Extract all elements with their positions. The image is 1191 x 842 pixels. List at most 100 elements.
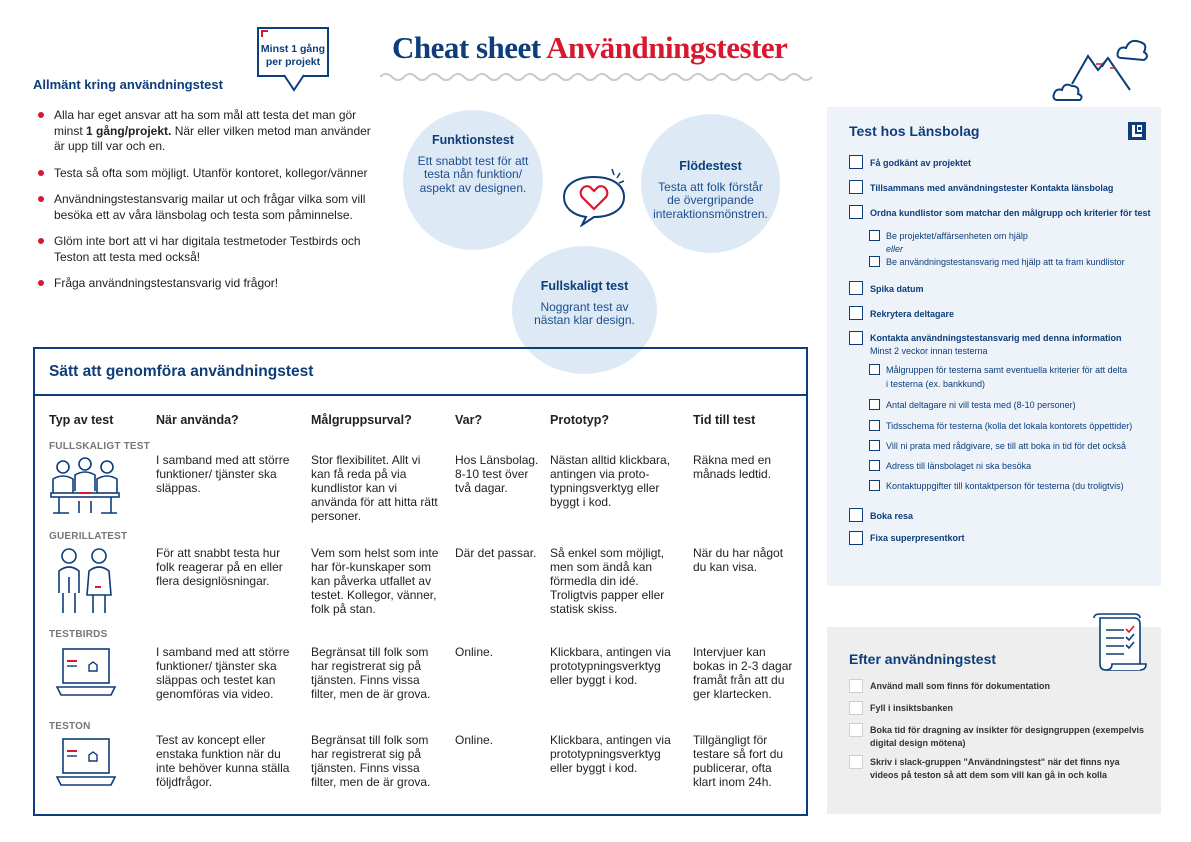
cell-var: Där det passar. bbox=[455, 546, 537, 560]
mountain-cloud-icon bbox=[1052, 39, 1148, 101]
checkbox[interactable] bbox=[869, 230, 880, 241]
checkbox[interactable] bbox=[869, 364, 880, 375]
checkbox[interactable] bbox=[849, 155, 863, 169]
cell-tid: Intervjuer kan bokas in 2-3 dagar framåt… bbox=[693, 645, 793, 701]
checklist-subitem: Kontaktuppgifter till kontaktperson för … bbox=[886, 481, 1124, 491]
checklist-item: Rekrytera deltagare bbox=[870, 309, 955, 319]
two-people-icon bbox=[58, 548, 112, 613]
cell-nar: För att snabbt testa hur folk reagerar p… bbox=[156, 546, 283, 588]
checklist-item: Kontakta användningstestansvarig med den… bbox=[870, 333, 1122, 343]
col-header-var: Var? bbox=[455, 413, 483, 427]
bullet-item: Testa så ofta som möjligt. Utanför konto… bbox=[36, 166, 376, 182]
checklist-subitem: Målgruppen för testerna samt eventuella … bbox=[886, 365, 1128, 375]
checkbox[interactable] bbox=[849, 679, 863, 693]
checklist-item: Få godkänt av projektet bbox=[870, 158, 972, 168]
badge-line2: per projekt bbox=[265, 56, 321, 68]
checklist-subitem: Vill ni prata med rådgivare, se till att… bbox=[886, 441, 1126, 451]
checkbox[interactable] bbox=[849, 180, 863, 194]
bullet-bold-text: 1 gång/projekt. bbox=[86, 123, 172, 138]
document-checklist-icon bbox=[1093, 613, 1147, 671]
cell-prototyp: Klickbara, antingen via prototypningsver… bbox=[550, 645, 671, 687]
bullet-item: Glöm inte bort att vi har digitala testm… bbox=[36, 234, 376, 265]
laptop-icon bbox=[55, 648, 117, 696]
cell-prototyp: Klickbara, antingen via prototypningsver… bbox=[550, 733, 671, 775]
checklist-subitem: Be användningstestansvarig med hjälp att… bbox=[886, 257, 1125, 267]
checklist-item: Boka tid för dragning av insikter för de… bbox=[870, 725, 1145, 735]
cell-tid: Tillgängligt för testare så fort du publ… bbox=[693, 733, 784, 789]
checklist-item: Fixa superpresentkort bbox=[870, 533, 965, 543]
badge-corner-mark bbox=[261, 30, 268, 37]
cell-malgrupp: Begränsat till folk som har registrerat … bbox=[311, 645, 431, 701]
circle-funktionstest: Funktionstest Ett snabbt test för att te… bbox=[403, 110, 543, 250]
cell-malgrupp: Begränsat till folk som har registrerat … bbox=[311, 733, 431, 789]
efter-title: Efter användningstest bbox=[849, 651, 997, 667]
checkbox[interactable] bbox=[849, 701, 863, 715]
lansbolag-title: Test hos Länsbolag bbox=[849, 123, 980, 139]
checklist-item: Ordna kundlistor som matchar den målgrup… bbox=[870, 208, 1151, 218]
cell-var: Online. bbox=[455, 733, 494, 747]
bullet-item: Alla har eget ansvar att ha som mål att … bbox=[36, 108, 376, 155]
badge-line1: Minst 1 gång bbox=[260, 43, 326, 55]
col-header-malgrupp: Målgruppsurval? bbox=[311, 413, 412, 427]
badge-pointer bbox=[284, 74, 304, 92]
general-bullet-list: Alla har eget ansvar att ha som mål att … bbox=[36, 108, 376, 292]
cell-var: Hos Länsbolag. 8-10 test över två dagar. bbox=[455, 453, 539, 495]
method-table-box: Sätt att genomföra användningstest Typ a… bbox=[33, 347, 808, 816]
circle-text: Testa att folk förstår de övergripande i… bbox=[653, 179, 768, 221]
row-label: TESTON bbox=[49, 721, 91, 732]
checkbox[interactable] bbox=[849, 755, 863, 769]
circle-flodestest: Flödestest Testa att folk förstår de öve… bbox=[641, 114, 780, 253]
checklist-item: Boka resa bbox=[870, 511, 914, 521]
checkbox[interactable] bbox=[869, 460, 880, 471]
circle-title: Funktionstest bbox=[432, 133, 514, 147]
checklist-or: eller bbox=[886, 244, 904, 254]
checklist-item-cont: digital design mötena) bbox=[870, 738, 966, 748]
people-at-table-icon bbox=[50, 457, 120, 514]
cell-malgrupp: Stor flexibilitet. Allt vi kan få reda p… bbox=[311, 453, 438, 523]
circle-text: Noggrant test av nästan klar design. bbox=[534, 299, 635, 327]
checkbox[interactable] bbox=[869, 399, 880, 410]
checkbox[interactable] bbox=[869, 420, 880, 431]
checklist-subitem: Adress till länsbolaget ni ska besöka bbox=[886, 461, 1032, 471]
wave-divider bbox=[380, 73, 812, 81]
col-header-typ: Typ av test bbox=[49, 413, 114, 427]
checkbox[interactable] bbox=[849, 331, 863, 345]
cell-nar: I samband med att större funktioner/ tjä… bbox=[156, 453, 290, 495]
cell-prototyp: Nästan alltid klickbara, antingen via pr… bbox=[550, 453, 671, 509]
cell-tid: När du har något du kan visa. bbox=[693, 546, 784, 574]
cell-nar: I samband med att större funktioner/ tjä… bbox=[156, 645, 290, 701]
method-table-header: Sätt att genomföra användningstest bbox=[35, 349, 806, 396]
bullet-item: Användningstestansvarig mailar ut och fr… bbox=[36, 192, 376, 223]
heart-speech-bubble-icon bbox=[562, 168, 626, 227]
checklist-item: Använd mall som finns för dokumentation bbox=[870, 681, 1051, 691]
checklist-subitem: Be projektet/affärsenheten om hjälp bbox=[886, 231, 1028, 241]
cell-malgrupp: Vem som helst som inte har för-kunskaper… bbox=[311, 546, 439, 616]
laptop-icon bbox=[55, 738, 117, 786]
checklist-subitem: Antal deltagare ni vill testa med (8-10 … bbox=[886, 400, 1076, 410]
checkbox[interactable] bbox=[849, 281, 863, 295]
lansforsakringar-logo-icon bbox=[1128, 122, 1146, 140]
checkbox[interactable] bbox=[849, 723, 863, 737]
checklist-note: Minst 2 veckor innan testerna bbox=[870, 346, 988, 356]
col-header-tid: Tid till test bbox=[693, 413, 756, 427]
cell-tid: Räkna med en månads ledtid. bbox=[693, 453, 772, 481]
title-part2: Användningstester bbox=[546, 30, 788, 65]
checklist-item: Spika datum bbox=[870, 284, 924, 294]
checkbox[interactable] bbox=[849, 205, 863, 219]
cell-var: Online. bbox=[455, 645, 494, 659]
checklist-subitem: Tidsschema för testerna (kolla det lokal… bbox=[886, 421, 1133, 431]
bullet-item: Fråga användningstestansvarig vid frågor… bbox=[36, 276, 376, 292]
checklist-item-cont: videos på teston så att dem som vill kan… bbox=[870, 770, 1108, 780]
checkbox[interactable] bbox=[849, 306, 863, 320]
circle-title: Fullskaligt test bbox=[540, 279, 629, 293]
method-table-title: Sätt att genomföra användningstest bbox=[49, 363, 314, 380]
circle-text: Ett snabbt test för att testa nån funkti… bbox=[417, 153, 529, 195]
checklist-item: Fyll i insiktsbanken bbox=[870, 703, 954, 713]
checkbox[interactable] bbox=[869, 256, 880, 267]
title-part1: Cheat sheet bbox=[392, 30, 541, 65]
checkbox[interactable] bbox=[869, 480, 880, 491]
checkbox[interactable] bbox=[869, 440, 880, 451]
checkbox[interactable] bbox=[849, 531, 863, 545]
checkbox[interactable] bbox=[849, 508, 863, 522]
col-header-prototyp: Prototyp? bbox=[550, 413, 610, 427]
